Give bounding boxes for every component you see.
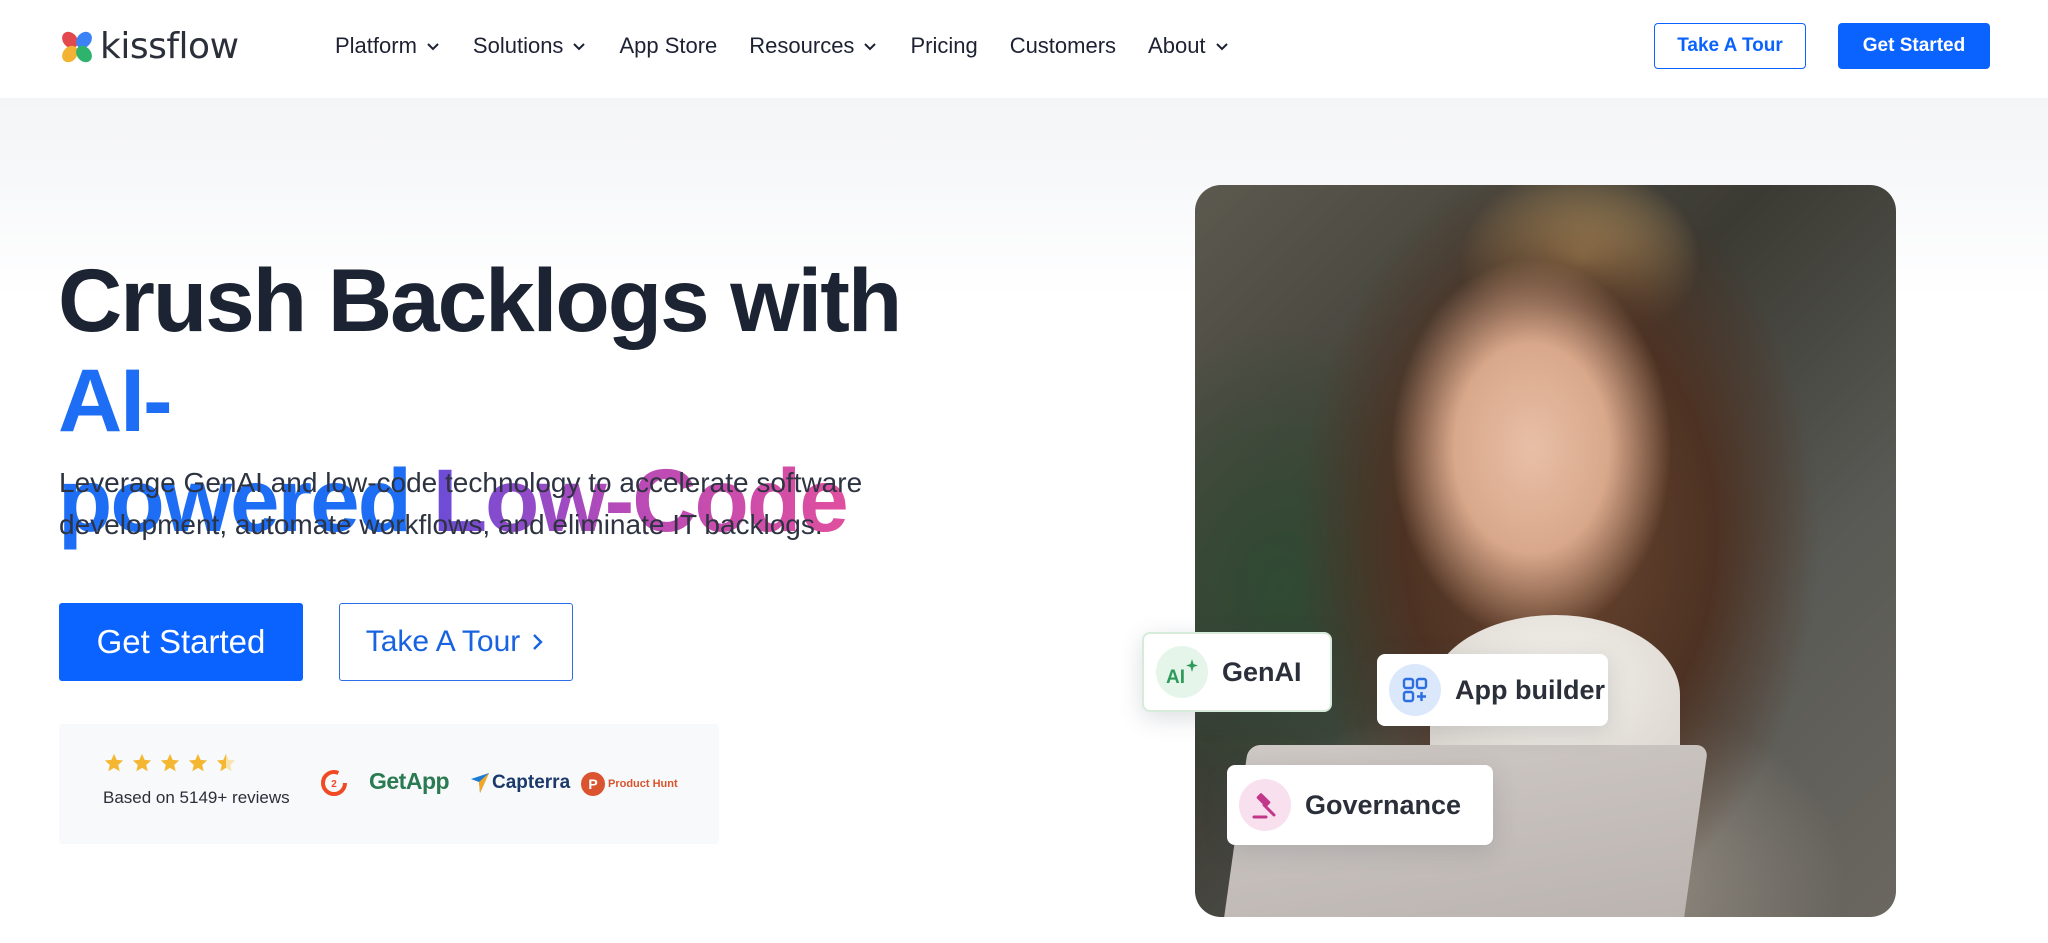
svg-text:P: P	[588, 776, 597, 792]
genai-label: GenAI	[1222, 656, 1302, 687]
hero-take-tour-button[interactable]: Take A Tour	[339, 603, 573, 681]
take-tour-label: Take A Tour	[365, 625, 521, 658]
getapp-logo: GetApp	[369, 768, 450, 794]
kissflow-logo-icon	[62, 31, 92, 62]
gavel-icon	[1239, 779, 1291, 831]
nav-item-pricing[interactable]: Pricing	[910, 33, 977, 59]
chevron-down-icon	[1215, 43, 1228, 51]
kissflow-logo[interactable]: kissflow	[60, 26, 239, 67]
app-builder-badge: App builder	[1377, 654, 1608, 726]
nav-item-app-store[interactable]: App Store	[619, 33, 717, 59]
nav-item-label: Platform	[335, 33, 417, 58]
site-header: kissflow Platform Solutions App Store Re…	[0, 0, 2048, 98]
reviews-strip: Based on 5149+ reviews 2 GetApp Capterra…	[59, 724, 719, 844]
product-hunt-icon: P	[581, 772, 605, 796]
capterra-logo: Capterra	[471, 772, 570, 794]
rating-stars	[103, 752, 237, 774]
half-star-icon	[216, 753, 236, 772]
product-hunt-logo: P Product Hunt	[581, 772, 678, 796]
nav-item-label: App Store	[619, 33, 718, 58]
genai-badge: AI GenAI	[1142, 632, 1332, 712]
review-count-text: Based on 5149+ reviews	[103, 788, 290, 807]
nav-item-label: Resources	[749, 33, 855, 58]
g2-logo: 2	[321, 770, 347, 796]
nav-item-label: Pricing	[910, 33, 978, 58]
nav-item-resources[interactable]: Resources	[749, 33, 878, 59]
star-icon	[188, 753, 208, 772]
nav-item-solutions[interactable]: Solutions	[473, 33, 588, 59]
grid-plus-icon	[1389, 664, 1441, 716]
capterra-arrow-icon	[471, 773, 489, 793]
nav-item-platform[interactable]: Platform	[335, 33, 441, 59]
header-get-started-button[interactable]: Get Started	[1838, 23, 1990, 69]
star-icon	[160, 753, 180, 772]
headline-part-dark: Crush Backlogs with	[58, 250, 902, 350]
headline-part-ai: AI-	[58, 350, 173, 450]
nav-item-about[interactable]: About	[1148, 33, 1230, 59]
star-icon	[132, 753, 152, 772]
hero-subtext: Leverage GenAI and low-code technology t…	[59, 467, 863, 540]
chevron-down-icon	[864, 43, 877, 51]
governance-badge: Governance	[1227, 765, 1493, 845]
app-builder-label: App builder	[1455, 674, 1605, 705]
svg-text:AI: AI	[1166, 667, 1185, 687]
main-nav: Platform Solutions App Store Resources P…	[335, 0, 1262, 92]
chevron-right-icon	[533, 634, 543, 650]
nav-item-customers[interactable]: Customers	[1010, 33, 1116, 59]
logo-wordmark: kissflow	[100, 26, 239, 67]
chevron-down-icon	[573, 43, 586, 51]
product-hunt-label: Product Hunt	[608, 778, 678, 790]
star-icon	[104, 753, 124, 772]
nav-item-label: Solutions	[472, 33, 564, 58]
g2-icon: 2	[321, 770, 347, 796]
nav-item-label: Customers	[1009, 33, 1117, 58]
capterra-label: Capterra	[492, 772, 571, 793]
header-take-tour-button[interactable]: Take A Tour	[1654, 23, 1806, 69]
chevron-down-icon	[427, 43, 439, 51]
governance-label: Governance	[1305, 789, 1462, 820]
svg-text:2: 2	[331, 779, 337, 790]
hero-get-started-button[interactable]: Get Started	[59, 603, 303, 681]
ai-sparkle-icon: AI	[1156, 646, 1208, 698]
nav-item-label: About	[1148, 33, 1206, 58]
